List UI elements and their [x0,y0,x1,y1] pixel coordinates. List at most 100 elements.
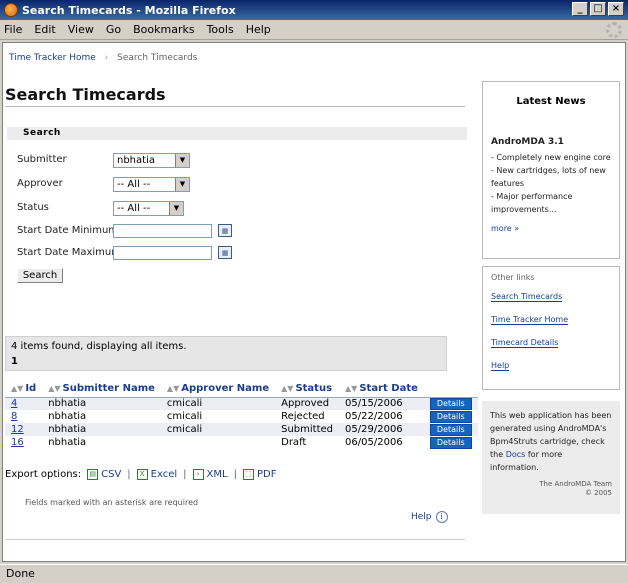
news-headline: AndroMDA 3.1 [491,137,564,147]
status-cell: Approved [275,397,340,410]
news-title: Latest News [516,96,586,107]
export-excel-link[interactable]: X Excel [136,469,177,480]
minimize-button[interactable]: _ [572,2,588,16]
column-header-start-date[interactable]: ▲▼ Start Date [339,381,424,398]
export-label: Export options: [5,469,82,480]
status-select-value: -- All -- [117,203,151,214]
menu-go[interactable]: Go [106,23,121,36]
column-header-status[interactable]: ▲▼ Status [275,381,340,398]
footer-divider [5,539,465,540]
excel-icon: X [136,469,148,480]
throbber-icon [606,22,622,38]
info-icon: i [435,511,448,523]
chevron-down-icon: ▼ [169,202,183,215]
table-row: 12 nbhatia cmicali Submitted 05/29/2006 … [5,423,478,436]
menu-help[interactable]: Help [246,23,271,36]
xml-icon: › [192,469,204,480]
approver-select-value: -- All -- [117,179,151,190]
sort-icon: ▲▼ [281,384,294,394]
sort-icon: ▲▼ [166,384,180,394]
menu-view[interactable]: View [68,23,94,36]
other-links-panel: Other links Search Timecards Time Tracke… [482,266,620,390]
breadcrumb-current: Search Timecards [117,53,198,63]
details-button[interactable]: Details [429,423,472,436]
help-link[interactable]: Help i [411,511,448,523]
maximize-button[interactable]: □ [590,2,606,16]
details-button[interactable]: Details [429,410,472,423]
approver-label: Approver [17,178,63,189]
search-button[interactable]: Search [17,268,63,283]
news-item: - Completely new engine core [491,153,611,162]
link-time-tracker-home[interactable]: Time Tracker Home [491,315,611,325]
export-pdf-link[interactable]: ⬚ PDF [242,469,276,480]
timecard-id-link[interactable]: 16 [11,437,24,448]
table-row: 16 nbhatia Draft 06/05/2006 Details [5,436,478,449]
close-button[interactable]: × [608,2,624,16]
submitter-select[interactable]: nbhatia ▼ [113,153,190,168]
timecard-id-link[interactable]: 12 [11,424,24,435]
export-separator: | [127,469,131,480]
other-links-title: Other links [491,273,535,282]
details-button[interactable]: Details [429,436,472,449]
menu-tools[interactable]: Tools [207,23,234,36]
more-news-link[interactable]: more » [491,224,611,233]
details-button[interactable]: Details [429,397,472,410]
export-xml-link[interactable]: › XML [192,469,228,480]
page-viewport: Time Tracker Home › Search Timecards Sea… [2,42,626,562]
start-date-cell: 06/05/2006 [345,437,403,448]
link-help[interactable]: Help [491,361,611,371]
csv-icon: ▤ [87,469,99,480]
docs-link[interactable]: Docs [506,450,526,459]
menu-bookmarks[interactable]: Bookmarks [133,23,194,36]
link-search-timecards[interactable]: Search Timecards [491,292,611,302]
link-timecard-details[interactable]: Timecard Details [491,338,611,348]
status-select[interactable]: -- All -- ▼ [113,201,184,216]
approver-select[interactable]: -- All -- ▼ [113,177,190,192]
start-date-min-input[interactable] [113,224,212,238]
title-divider [5,106,465,107]
approver-cell: cmicali [160,397,276,410]
generated-by-panel: This web application has been generated … [482,401,620,514]
submitter-cell: nbhatia [48,411,87,422]
approver-cell: cmicali [166,411,203,422]
export-separator: | [233,469,237,480]
page-number-link[interactable]: 1 [11,356,441,367]
menu-edit[interactable]: Edit [34,23,55,36]
submitter-label: Submitter [17,154,67,165]
export-csv-link[interactable]: ▤ CSV [87,469,121,480]
menu-file[interactable]: File [4,23,22,36]
timecard-id-link[interactable]: 4 [11,398,17,409]
start-date-max-input[interactable] [113,246,212,260]
breadcrumb-separator: › [104,53,109,63]
approver-cell [161,436,275,449]
start-date-min-label: Start Date Minimum [17,225,119,236]
sort-icon: ▲▼ [11,384,24,394]
calendar-icon[interactable]: ▦ [218,224,232,237]
firefox-icon [4,3,18,17]
status-bar: Done [0,564,628,583]
timecards-table: ▲▼ Id ▲▼ Submitter Name ▲▼ Approver Name ▲▼… [5,381,478,449]
news-item: - New cartridges, lots of new features [491,166,606,188]
submitter-select-value: nbhatia [117,155,155,166]
status-cell: Submitted [275,423,340,436]
results-summary: 4 items found, displaying all items. [11,341,187,352]
start-date-cell: 05/15/2006 [339,397,424,410]
start-date-cell: 05/29/2006 [339,423,424,436]
news-item: - Major performance improvements... [491,192,573,214]
chevron-down-icon: ▼ [175,154,189,167]
export-separator: | [183,469,187,480]
start-date-cell: 05/22/2006 [345,411,403,422]
submitter-cell: nbhatia [42,397,161,410]
column-header-id[interactable]: ▲▼ Id [5,381,43,398]
column-header-submitter[interactable]: ▲▼ Submitter Name [42,381,161,398]
column-header-approver[interactable]: ▲▼ Approver Name [160,381,276,398]
export-options: Export options: ▤ CSV | X Excel | › XML | ⬚… [5,469,276,480]
breadcrumb-home-link[interactable]: Time Tracker Home [9,53,96,63]
search-section-header: Search [7,127,467,140]
calendar-icon[interactable]: ▦ [218,246,232,259]
window-title: Search Timecards - Mozilla Firefox [22,3,236,17]
sort-icon: ▲▼ [48,384,61,394]
chevron-down-icon: ▼ [175,178,189,191]
menu-bar: File Edit View Go Bookmarks Tools Help [0,20,628,40]
timecard-id-link[interactable]: 8 [11,411,17,422]
